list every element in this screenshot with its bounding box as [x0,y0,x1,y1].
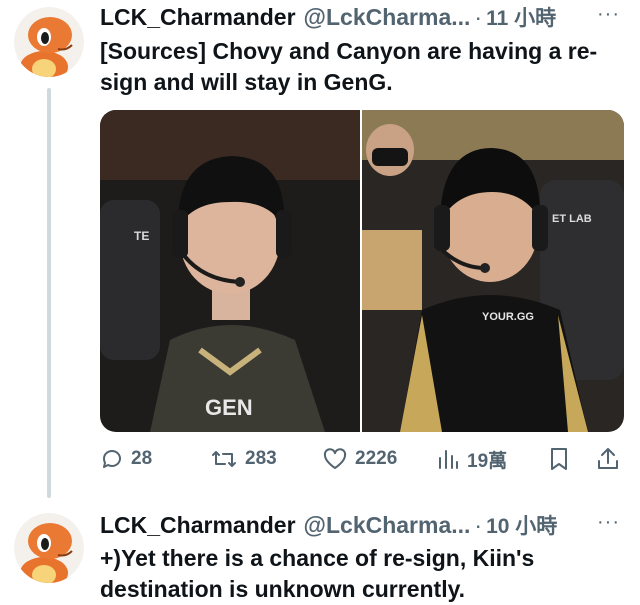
reply-icon [102,450,121,468]
separator-dot: · [474,3,483,30]
author-name[interactable]: LCK_Charmander [100,512,296,539]
tweet-timestamp[interactable]: 11 小時 [486,2,556,32]
separator-dot: · [474,511,483,538]
views-icon [439,450,458,469]
like-button[interactable]: 2226 [322,442,397,476]
views-count: 19萬 [467,450,508,472]
retweet-icon [212,451,236,467]
retweet-count: 283 [245,448,277,469]
share-button[interactable] [596,442,627,476]
author-avatar[interactable] [14,513,84,583]
media-photos: TE GEN ET LAB YOUR.GG [100,110,624,432]
author-handle[interactable]: @LckCharma... [304,4,471,31]
tweet-header: LCK_Charmander @LckCharma... · 11 小時 ··· [100,3,620,31]
like-count: 2226 [355,448,398,469]
right-chair-text: ET LAB [552,213,592,225]
reply-button[interactable]: 28 [100,442,152,476]
charmander-avatar-image [14,7,84,77]
charmander-avatar-image [14,513,84,583]
left-jersey-text: GEN [205,395,253,420]
tweet-media[interactable]: TE GEN ET LAB YOUR.GG [100,110,624,432]
left-chair-text: TE [134,229,149,243]
like-icon [323,448,347,469]
author-handle[interactable]: @LckCharma... [304,512,471,539]
tweet-text: +)Yet there is a chance of re-sign, Kiin… [100,545,535,602]
retweet-button[interactable]: 283 [210,442,277,476]
share-icon [598,448,618,469]
tweet-text: [Sources] Chovy and Canyon are having a … [100,38,598,95]
more-options-button[interactable]: ··· [597,3,620,26]
thread-connector-line [47,88,51,498]
views-button[interactable]: 19萬 [436,442,507,476]
tweet-timestamp[interactable]: 10 小時 [486,510,557,540]
author-name[interactable]: LCK_Charmander [100,4,296,31]
bookmark-icon [551,448,567,470]
author-avatar[interactable] [14,7,84,77]
bookmark-button[interactable] [548,442,577,476]
left-photo: TE GEN [100,110,360,432]
tweet-header: LCK_Charmander @LckCharma... · 10 小時 ··· [100,511,620,539]
right-photo: ET LAB YOUR.GG [362,110,624,432]
right-jersey-text: YOUR.GG [482,311,534,323]
tweet-actions: 28 283 2226 19萬 [100,442,624,476]
more-options-button[interactable]: ··· [597,511,620,534]
reply-count: 28 [131,448,153,469]
